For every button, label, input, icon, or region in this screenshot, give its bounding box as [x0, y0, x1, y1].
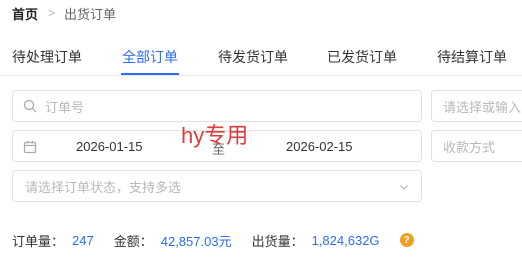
- date-start[interactable]: 2026-01-15: [76, 139, 143, 154]
- tab-pending[interactable]: 待处理订单: [12, 47, 82, 67]
- date-end[interactable]: 2026-02-15: [286, 139, 353, 154]
- payment-placeholder: 收款方式: [443, 139, 496, 155]
- active-tab-indicator: [121, 73, 179, 75]
- breadcrumb-current: 出货订单: [64, 6, 117, 22]
- order-number-placeholder: 订单号: [45, 99, 85, 115]
- amount-value: 42,857.03元: [160, 233, 232, 249]
- order-count-label: 订单量：: [12, 233, 65, 249]
- watermark-text: hy专用: [181, 123, 249, 148]
- chevron-down-icon: [400, 185, 408, 190]
- tab-all[interactable]: 全部订单: [122, 47, 178, 67]
- search-icon: [23, 99, 37, 113]
- order-status-placeholder: 请选择订单状态，支持多选: [25, 179, 182, 195]
- volume-value: 1,824,632G: [311, 232, 380, 248]
- customer-select[interactable]: 请选择或输入: [431, 90, 522, 122]
- order-summary: 订单量： 247 金额： 42,857.03元 出货量： 1,824,632G …: [12, 231, 414, 249]
- order-count-value: 247: [72, 232, 94, 248]
- amount-label: 金额：: [113, 233, 153, 249]
- payment-method-select[interactable]: 收款方式: [431, 130, 522, 162]
- help-icon[interactable]: ?: [399, 233, 414, 247]
- order-status-select[interactable]: 请选择订单状态，支持多选: [12, 170, 422, 202]
- breadcrumb: 首页 > 出货订单: [12, 4, 116, 22]
- tab-to-ship[interactable]: 待发货订单: [218, 47, 288, 67]
- tab-to-settle[interactable]: 待结算订单: [437, 47, 507, 67]
- calendar-icon: [23, 141, 37, 154]
- breadcrumb-home[interactable]: 首页: [12, 4, 38, 23]
- order-tabs: 待处理订单 全部订单 待发货订单 已发货订单 待结算订单: [0, 36, 522, 76]
- customer-placeholder: 请选择或输入: [443, 99, 522, 115]
- breadcrumb-separator: >: [48, 6, 56, 20]
- volume-label: 出货量：: [251, 233, 304, 249]
- tab-shipped[interactable]: 已发货订单: [327, 47, 397, 67]
